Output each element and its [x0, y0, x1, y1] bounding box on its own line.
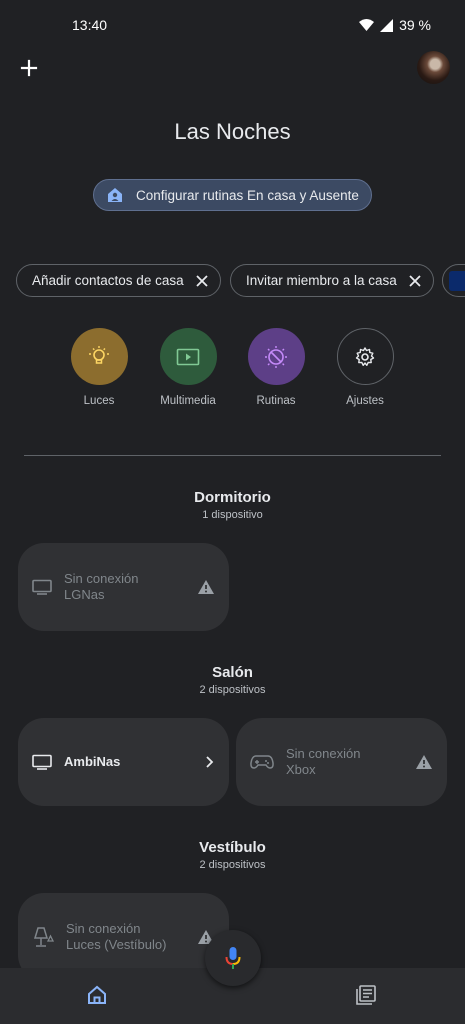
lightbulb-icon: [89, 345, 109, 364]
room-title: Dormitorio: [194, 489, 271, 506]
feed-icon[interactable]: [356, 985, 376, 1005]
device-name: LGNas: [64, 587, 105, 602]
app-logo-icon: [449, 270, 465, 291]
room-device-count: 1 dispositivo: [202, 509, 263, 521]
signal-icon: [380, 18, 394, 32]
room-device-count: 2 dispositivos: [199, 684, 266, 696]
device-status: Sin conexión: [64, 571, 139, 586]
gear-icon: [355, 346, 375, 366]
media-icon: [176, 348, 200, 365]
setup-routines-label: Configurar rutinas En casa y Ausente: [136, 187, 359, 203]
gamepad-icon: [250, 755, 274, 769]
page-title: Las Noches: [174, 119, 291, 144]
device-status: Sin conexión: [286, 746, 361, 761]
chevron-right-icon: [206, 756, 214, 768]
shortcut-label: Multimedia: [160, 395, 216, 407]
status-indicators: 39 %: [359, 17, 431, 33]
room-title: Salón: [212, 664, 253, 681]
device-card-xbox[interactable]: Sin conexión Xbox: [236, 718, 447, 806]
shortcut-label: Luces: [83, 395, 115, 407]
device-card-lgnas[interactable]: Sin conexión LGNas: [18, 543, 229, 631]
suggestion-chip-partial[interactable]: [442, 264, 465, 297]
battery-level: 39 %: [399, 17, 431, 33]
assistant-mic-button[interactable]: [205, 930, 261, 986]
tv-icon: [32, 579, 52, 595]
suggestion-chip-invite[interactable]: Invitar miembro a la casa: [230, 264, 434, 297]
shortcut-circle: [336, 328, 394, 385]
home-icon[interactable]: [87, 985, 107, 1005]
add-icon[interactable]: [16, 55, 42, 81]
wifi-icon: [359, 19, 375, 31]
microphone-icon: [225, 947, 241, 969]
lamp-icon: [33, 927, 54, 947]
shortcut-settings[interactable]: Ajustes: [325, 328, 405, 407]
close-icon[interactable]: [195, 274, 208, 287]
status-time: 13:40: [72, 17, 108, 33]
shortcut-circle: [70, 328, 128, 385]
shortcut-label: Ajustes: [346, 395, 384, 407]
device-name: Luces (Vestíbulo): [66, 937, 167, 952]
suggestion-chip-contacts[interactable]: Añadir contactos de casa: [16, 264, 221, 297]
warning-icon: [416, 755, 432, 769]
warning-icon: [198, 580, 214, 594]
tv-icon: [32, 754, 52, 770]
close-icon[interactable]: [409, 274, 421, 287]
divider: [24, 455, 441, 456]
device-name: Xbox: [286, 762, 316, 777]
avatar[interactable]: [417, 51, 450, 84]
shortcut-lights[interactable]: Luces: [59, 328, 139, 407]
device-status: Sin conexión: [66, 921, 141, 936]
shortcut-media[interactable]: Multimedia: [148, 328, 228, 407]
home-person-icon: [108, 188, 122, 202]
shortcut-routines[interactable]: Rutinas: [236, 328, 316, 407]
room-title: Vestíbulo: [199, 839, 266, 856]
device-name: AmbiNas: [64, 754, 121, 769]
setup-routines-button[interactable]: Configurar rutinas En casa y Ausente: [93, 179, 372, 211]
shortcut-label: Rutinas: [256, 395, 296, 407]
device-card-ambinas[interactable]: AmbiNas: [18, 718, 229, 806]
shortcut-circle: [247, 328, 305, 385]
shortcut-circle: [159, 328, 217, 385]
chip-label: Invitar miembro a la casa: [246, 273, 397, 288]
routines-icon: [265, 345, 287, 368]
room-device-count: 2 dispositivos: [199, 859, 266, 871]
chip-label: Añadir contactos de casa: [32, 273, 184, 288]
